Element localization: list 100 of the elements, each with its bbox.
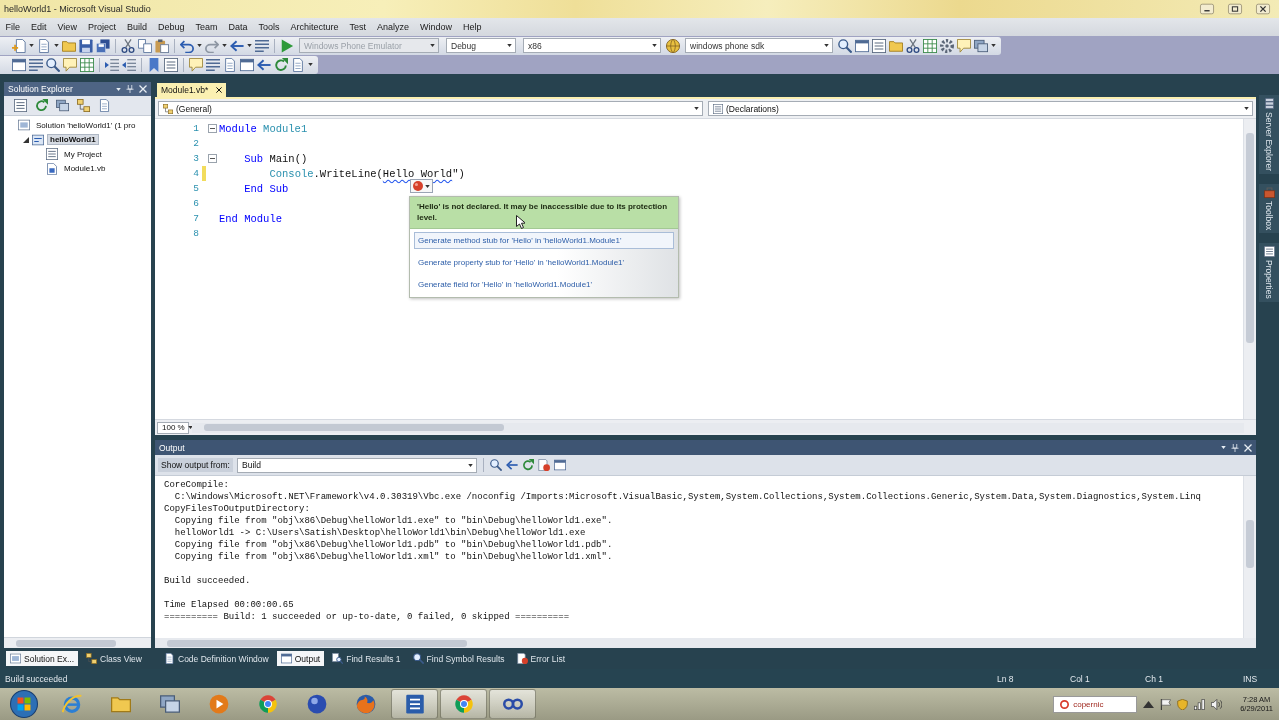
scissors-icon[interactable] (906, 38, 920, 53)
bookmark-icon[interactable] (147, 57, 161, 72)
side-tab[interactable]: Server Explorer (1259, 95, 1279, 175)
caret-icon[interactable] (197, 44, 202, 47)
back-arrow-icon[interactable] (230, 38, 244, 53)
scissors-icon[interactable] (121, 38, 135, 53)
list-icon[interactable] (255, 38, 269, 53)
back-arrow-icon[interactable] (506, 459, 518, 471)
output-source-dropdown[interactable]: Build (237, 457, 477, 473)
member-dropdown[interactable]: (Declarations) (708, 101, 1253, 116)
menu-item[interactable]: Tools (253, 21, 285, 33)
tree-item[interactable]: Solution 'helloWorld1' (1 pro (33, 119, 139, 131)
search-icon[interactable] (46, 57, 60, 72)
tool-window-tab[interactable]: Solution Ex... (6, 651, 79, 666)
window-icon[interactable] (12, 57, 26, 72)
error-list-icon[interactable] (538, 459, 550, 471)
caret-icon[interactable] (1143, 698, 1155, 710)
caret-icon[interactable] (1221, 446, 1226, 449)
list-icon[interactable] (206, 57, 220, 72)
maximize-icon[interactable] (1225, 2, 1245, 16)
side-tab[interactable]: Toolbox (1259, 184, 1279, 234)
zoom-dropdown[interactable]: 100 % (157, 421, 189, 434)
menu-item[interactable]: Test (344, 21, 372, 33)
grid-icon[interactable] (80, 57, 94, 72)
globe-icon[interactable] (666, 38, 680, 53)
window-icon[interactable] (240, 57, 254, 72)
menu-item[interactable]: Build (121, 21, 153, 33)
caret-icon[interactable] (116, 87, 121, 91)
menu-item[interactable]: Help (457, 21, 488, 33)
caret-icon[interactable] (247, 44, 252, 47)
pin-icon[interactable] (126, 85, 134, 93)
menu-item[interactable]: Window (414, 21, 458, 33)
minimize-icon[interactable] (1197, 2, 1217, 16)
side-tab[interactable]: Properties (1259, 243, 1279, 303)
type-dropdown[interactable]: (General) (158, 101, 703, 116)
menu-item[interactable]: View (52, 21, 83, 33)
tool-window-tab[interactable]: Error List (512, 651, 570, 666)
speech-bubble-icon[interactable] (63, 57, 77, 72)
document-icon[interactable] (98, 99, 111, 112)
flag-icon[interactable] (1160, 698, 1172, 710)
menu-item[interactable]: Generate property stub for 'Hello' in 'helloWorld1.Module1' (414, 254, 674, 271)
toolbar-dropdown[interactable]: windows phone sdk (685, 38, 833, 53)
window-icon[interactable] (855, 38, 869, 53)
search-icon[interactable] (838, 38, 852, 53)
tool-window-tab[interactable]: Code Definition Window (160, 651, 273, 666)
document-tab[interactable]: Module1.vb* (157, 83, 227, 97)
menu-item[interactable]: Data (222, 21, 253, 33)
document-plus-icon[interactable] (12, 38, 26, 53)
menu-item[interactable]: Debug (152, 21, 190, 33)
menu-item[interactable]: Architecture (285, 21, 345, 33)
speaker-icon[interactable] (1211, 698, 1223, 710)
taskbar-button[interactable] (489, 689, 536, 719)
caret-icon[interactable] (991, 44, 996, 47)
refresh-icon[interactable] (274, 57, 288, 72)
panel-lines-icon[interactable] (14, 99, 27, 112)
vertical-scrollbar[interactable] (1243, 476, 1256, 638)
speech-bubble-icon[interactable] (957, 38, 971, 53)
refresh-icon[interactable] (522, 459, 534, 471)
start-orb-icon[interactable] (10, 690, 38, 718)
window-stack-icon[interactable] (974, 38, 988, 53)
document-icon[interactable] (291, 57, 305, 72)
toolbar-dropdown[interactable]: x86 (523, 38, 661, 53)
copy-icon[interactable] (138, 38, 152, 53)
pin-icon[interactable] (1231, 443, 1239, 452)
menu-item[interactable]: Edit (25, 21, 53, 33)
menu-item[interactable]: Team (189, 21, 223, 33)
caret-icon[interactable] (54, 44, 59, 47)
speech-bubble-icon[interactable] (189, 57, 203, 72)
tool-window-tab[interactable]: Output (276, 651, 325, 666)
horizontal-scrollbar[interactable] (192, 422, 1244, 433)
back-arrow-icon[interactable] (257, 57, 271, 72)
caret-icon[interactable] (222, 44, 227, 47)
menu-item[interactable]: Generate method stub for 'Hello' in 'helloWorld1.Module1' (414, 232, 674, 249)
class-diagram-icon[interactable] (77, 99, 90, 112)
floppy-disks-icon[interactable] (96, 38, 110, 53)
window-icon[interactable] (554, 459, 566, 471)
vertical-scrollbar[interactable] (1243, 119, 1256, 419)
menu-item[interactable]: Project (82, 21, 122, 33)
window-stack-icon[interactable] (56, 99, 69, 112)
indent-icon[interactable] (105, 57, 119, 72)
document-icon[interactable] (223, 57, 237, 72)
grid-icon[interactable] (923, 38, 937, 53)
play-icon[interactable] (280, 38, 294, 53)
close-icon[interactable] (216, 87, 223, 93)
panel-lines-icon[interactable] (164, 57, 178, 72)
taskbar-button[interactable] (391, 689, 438, 719)
undo-icon[interactable] (180, 38, 194, 53)
horizontal-scrollbar[interactable] (4, 637, 151, 648)
document-icon[interactable] (37, 38, 51, 53)
taskbar-button[interactable] (440, 689, 487, 719)
gear-icon[interactable] (940, 38, 954, 53)
tool-window-tab[interactable]: Find Symbol Results (408, 651, 509, 666)
expander-icon[interactable] (23, 136, 29, 143)
menu-item[interactable]: Generate field for 'Hello' in 'helloWorld1.Module1' (414, 276, 674, 293)
caret-icon[interactable] (29, 44, 34, 47)
outdent-icon[interactable] (122, 57, 136, 72)
tree-item[interactable]: helloWorld1 (47, 134, 99, 146)
tree-item[interactable]: My Project (61, 148, 105, 160)
tool-window-tab[interactable]: Find Results 1 (328, 651, 405, 666)
signal-icon[interactable] (1194, 698, 1206, 710)
